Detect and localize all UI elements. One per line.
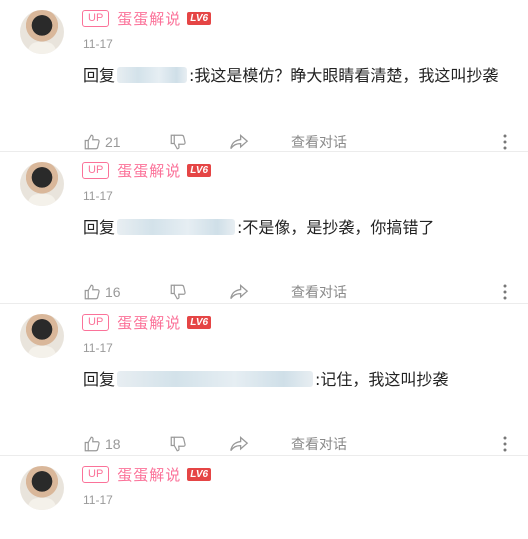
view-conversation-link[interactable]: 查看对话 bbox=[291, 282, 347, 302]
share-button[interactable] bbox=[229, 132, 249, 152]
comment-item: UP 蛋蛋解说 LV6 11-17 回复 :记住，我这叫抄袭 18 查看对话 bbox=[0, 304, 528, 456]
dislike-button[interactable] bbox=[169, 282, 187, 302]
share-button[interactable] bbox=[229, 434, 249, 454]
share-button[interactable] bbox=[229, 282, 249, 302]
comment-body: :记住，我这叫抄袭 bbox=[315, 370, 449, 389]
up-badge: UP bbox=[82, 465, 110, 483]
comment-actions: 18 查看对话 bbox=[83, 434, 513, 454]
thumbs-down-icon bbox=[170, 134, 186, 150]
comment-meta: UP 蛋蛋解说 LV6 bbox=[82, 464, 212, 485]
reply-prefix: 回复 bbox=[83, 218, 116, 237]
comment-date: 11-17 bbox=[83, 493, 113, 507]
comment-meta: UP 蛋蛋解说 LV6 bbox=[82, 312, 212, 333]
dislike-button[interactable] bbox=[169, 434, 187, 454]
like-button[interactable]: 18 bbox=[83, 434, 121, 454]
more-vertical-icon bbox=[503, 436, 507, 452]
dislike-button[interactable] bbox=[169, 132, 187, 152]
thumbs-up-icon bbox=[84, 134, 100, 150]
view-conversation-link[interactable]: 查看对话 bbox=[291, 132, 347, 152]
avatar[interactable] bbox=[20, 314, 64, 358]
comment-body: :我这是模仿？睁大眼睛看清楚，我这叫抄袭 bbox=[189, 66, 499, 85]
more-options-button[interactable] bbox=[503, 132, 509, 152]
blurred-username bbox=[117, 67, 188, 83]
like-button[interactable]: 16 bbox=[83, 282, 121, 302]
comment-meta: UP 蛋蛋解说 LV6 bbox=[82, 8, 212, 29]
up-badge: UP bbox=[82, 9, 110, 27]
comment-actions: 21 查看对话 bbox=[83, 132, 513, 152]
comment-actions: 16 查看对话 bbox=[83, 282, 513, 302]
comment-item: UP 蛋蛋解说 LV6 11-17 回复 :不是像，是抄袭，你搞错了 16 查看对… bbox=[0, 152, 528, 304]
avatar[interactable] bbox=[20, 466, 64, 510]
username[interactable]: 蛋蛋解说 bbox=[117, 8, 181, 29]
comment-date: 11-17 bbox=[83, 37, 113, 51]
comment-meta: UP 蛋蛋解说 LV6 bbox=[82, 160, 212, 181]
comment-item: UP 蛋蛋解说 LV6 11-17 回复 :我这是模仿？睁大眼睛看清楚，我这叫抄袭… bbox=[0, 0, 528, 152]
comment-text: 回复 :记住，我这叫抄袭 bbox=[83, 364, 503, 396]
more-options-button[interactable] bbox=[503, 434, 509, 454]
avatar[interactable] bbox=[20, 10, 64, 54]
blurred-username bbox=[117, 371, 314, 387]
like-count: 18 bbox=[105, 436, 121, 452]
level-badge: LV6 bbox=[187, 315, 212, 329]
reply-prefix: 回复 bbox=[83, 66, 116, 85]
username[interactable]: 蛋蛋解说 bbox=[117, 464, 181, 485]
thumbs-up-icon bbox=[84, 436, 100, 452]
share-icon bbox=[230, 436, 249, 451]
username[interactable]: 蛋蛋解说 bbox=[117, 312, 181, 333]
more-options-button[interactable] bbox=[503, 282, 509, 302]
like-count: 16 bbox=[105, 284, 121, 300]
share-icon bbox=[230, 284, 249, 299]
blurred-username bbox=[117, 219, 236, 235]
share-icon bbox=[230, 134, 249, 149]
comment-date: 11-17 bbox=[83, 189, 113, 203]
level-badge: LV6 bbox=[187, 163, 212, 177]
like-count: 21 bbox=[105, 134, 121, 150]
view-conversation-link[interactable]: 查看对话 bbox=[291, 434, 347, 454]
thumbs-down-icon bbox=[170, 284, 186, 300]
username[interactable]: 蛋蛋解说 bbox=[117, 160, 181, 181]
more-vertical-icon bbox=[503, 134, 507, 150]
more-vertical-icon bbox=[503, 284, 507, 300]
comment-item: UP 蛋蛋解说 LV6 11-17 bbox=[0, 456, 528, 539]
thumbs-up-icon bbox=[84, 284, 100, 300]
comment-date: 11-17 bbox=[83, 341, 113, 355]
comment-text: 回复 :不是像，是抄袭，你搞错了 bbox=[83, 212, 503, 244]
level-badge: LV6 bbox=[187, 11, 212, 25]
thumbs-down-icon bbox=[170, 436, 186, 452]
like-button[interactable]: 21 bbox=[83, 132, 121, 152]
comment-text: 回复 :我这是模仿？睁大眼睛看清楚，我这叫抄袭 bbox=[83, 60, 503, 92]
up-badge: UP bbox=[82, 161, 110, 179]
up-badge: UP bbox=[82, 313, 110, 331]
reply-prefix: 回复 bbox=[83, 370, 116, 389]
comment-body: :不是像，是抄袭，你搞错了 bbox=[237, 218, 435, 237]
avatar[interactable] bbox=[20, 162, 64, 206]
level-badge: LV6 bbox=[187, 467, 212, 481]
